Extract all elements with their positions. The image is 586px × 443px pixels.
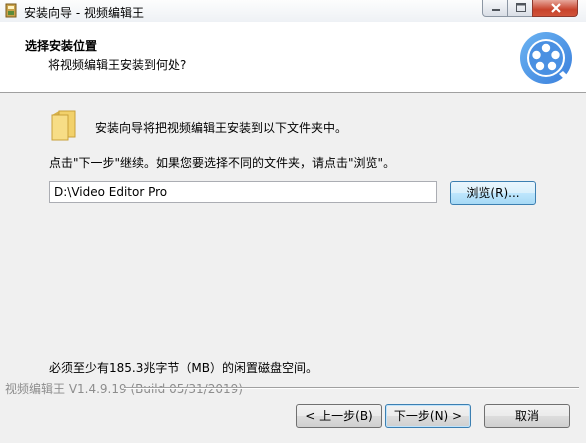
minimize-button[interactable]: [482, 0, 508, 17]
page-title: 选择安装位置: [25, 39, 98, 53]
install-path-input[interactable]: [49, 181, 437, 203]
minimize-icon: [492, 9, 500, 11]
close-icon: [551, 3, 561, 13]
window-title: 安装向导 - 视频编辑王: [24, 6, 144, 20]
folder-icon: [51, 110, 76, 141]
close-button[interactable]: [532, 0, 578, 17]
page-subtitle: 将视频编辑王安装到何处?: [48, 58, 187, 72]
maximize-button[interactable]: [507, 0, 533, 17]
cancel-button[interactable]: 取消: [484, 404, 570, 428]
disk-space-text: 必须至少有185.3兆字节（MB）的闲置磁盘空间。: [49, 361, 318, 375]
next-button[interactable]: 下一步(N) >: [385, 404, 471, 428]
video-reel-logo-icon: [520, 32, 572, 84]
title-bar[interactable]: 安装向导 - 视频编辑王: [0, 0, 586, 23]
instruction-text: 点击"下一步"继续。如果您要选择不同的文件夹，请点击"浏览"。: [49, 156, 396, 170]
footer-divider: [124, 387, 579, 389]
intro-text: 安装向导将把视频编辑王安装到以下文件夹中。: [95, 121, 348, 135]
back-button[interactable]: < 上一步(B): [296, 404, 382, 428]
header-panel: 选择安装位置 将视频编辑王安装到何处?: [0, 22, 586, 93]
installer-app-icon: [5, 3, 17, 18]
maximize-icon: [516, 3, 526, 12]
browse-button[interactable]: 浏览(R)...: [450, 181, 536, 205]
setup-wizard-window: 安装向导 - 视频编辑王 选择安装位置 将视频编辑王安装到何处? 安装向导将把视…: [0, 0, 586, 443]
